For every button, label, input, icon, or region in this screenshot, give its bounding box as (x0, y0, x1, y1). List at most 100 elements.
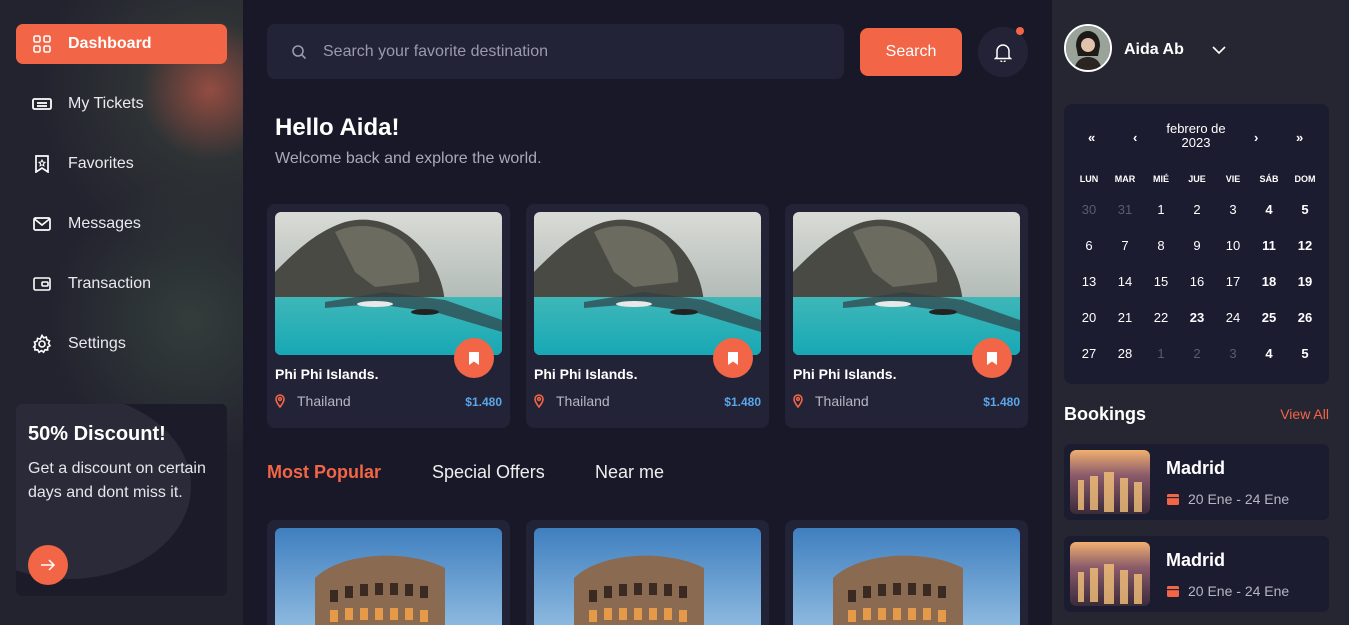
calendar-day[interactable]: 4 (1251, 202, 1287, 217)
calendar-day[interactable]: 11 (1251, 238, 1287, 253)
destination-name: Phi Phi Islands. (534, 366, 638, 382)
right-panel: Aida Ab « ‹ febrero de 2023 › » LUN MAR MI… (1052, 0, 1349, 625)
bookmark-button[interactable] (713, 338, 753, 378)
tab-special-offers[interactable]: Special Offers (432, 462, 545, 483)
calendar-weekday: MAR (1114, 174, 1136, 184)
sidebar-item-settings[interactable]: Settings (16, 324, 227, 364)
avatar[interactable] (1064, 24, 1112, 72)
calendar-prev-month-button[interactable]: ‹ (1133, 130, 1137, 145)
bookmark-button[interactable] (972, 338, 1012, 378)
calendar-day[interactable]: 20 (1071, 310, 1107, 325)
location-label: Thailand (556, 393, 610, 409)
calendar-day[interactable]: 3 (1215, 346, 1251, 361)
calendar-day[interactable]: 19 (1287, 274, 1323, 289)
calendar-day[interactable]: 5 (1287, 346, 1323, 361)
destination-image (534, 212, 761, 355)
bookmark-icon (468, 351, 480, 366)
destination-card[interactable]: Phi Phi Islands. Thailand $1.480 (785, 204, 1028, 428)
calendar-next-year-button[interactable]: » (1296, 130, 1303, 145)
destination-location: Thailand (275, 393, 351, 409)
calendar: « ‹ febrero de 2023 › » LUN MAR MIÉ JUE VIE S… (1064, 104, 1329, 384)
calendar-day[interactable]: 25 (1251, 310, 1287, 325)
calendar-day[interactable]: 30 (1071, 202, 1107, 217)
calendar-day[interactable]: 7 (1107, 238, 1143, 253)
sidebar-item-label: Settings (68, 335, 126, 352)
sidebar-item-label: Messages (68, 215, 141, 232)
calendar-day[interactable]: 8 (1143, 238, 1179, 253)
location-label: Thailand (815, 393, 869, 409)
calendar-day[interactable]: 14 (1107, 274, 1143, 289)
booking-item[interactable]: Madrid 20 Ene - 24 Ene (1064, 536, 1329, 612)
booking-city: Madrid (1166, 550, 1226, 570)
notifications-button[interactable] (978, 27, 1028, 77)
calendar-day[interactable]: 10 (1215, 238, 1251, 253)
calendar-day[interactable]: 6 (1071, 238, 1107, 253)
sidebar-item-my-tickets[interactable]: My Tickets (16, 84, 227, 124)
calendar-prev-year-button[interactable]: « (1088, 130, 1095, 145)
search-input[interactable] (323, 42, 823, 61)
bookmark-icon (986, 351, 998, 366)
calendar-day[interactable]: 17 (1215, 274, 1251, 289)
calendar-weekday: LUN (1079, 174, 1099, 184)
calendar-day[interactable]: 13 (1071, 274, 1107, 289)
calendar-day[interactable]: 24 (1215, 310, 1251, 325)
sidebar-item-transaction[interactable]: Transaction (16, 264, 227, 304)
sidebar-item-messages[interactable]: Messages (16, 204, 227, 244)
calendar-day[interactable]: 12 (1287, 238, 1323, 253)
calendar-day[interactable]: 2 (1179, 346, 1215, 361)
sidebar-item-dashboard[interactable]: Dashboard (16, 24, 227, 64)
calendar-day[interactable]: 26 (1287, 310, 1323, 325)
calendar-day[interactable]: 1 (1143, 202, 1179, 217)
calendar-day[interactable]: 28 (1107, 346, 1143, 361)
calendar-day[interactable]: 16 (1179, 274, 1215, 289)
calendar-day[interactable]: 5 (1287, 202, 1323, 217)
calendar-year: 2023 (1181, 135, 1211, 150)
calendar-day[interactable]: 27 (1071, 346, 1107, 361)
notification-dot (1016, 27, 1024, 35)
chevron-down-icon[interactable] (1212, 42, 1226, 60)
tab-most-popular[interactable]: Most Popular (267, 462, 381, 483)
calendar-day[interactable]: 21 (1107, 310, 1143, 325)
calendar-icon (1166, 584, 1180, 598)
bookmark-button[interactable] (454, 338, 494, 378)
calendar-day[interactable]: 31 (1107, 202, 1143, 217)
destination-price: $1.480 (465, 395, 502, 409)
sidebar-item-label: Favorites (68, 155, 134, 172)
destination-location: Thailand (534, 393, 610, 409)
calendar-month: febrero de (1166, 121, 1226, 136)
destination-card[interactable]: Phi Phi Islands. Thailand $1.480 (526, 204, 769, 428)
calendar-day[interactable]: 9 (1179, 238, 1215, 253)
calendar-day[interactable]: 1 (1143, 346, 1179, 361)
calendar-weekday: VIE (1225, 174, 1241, 184)
location-pin-icon (275, 394, 285, 408)
calendar-day[interactable]: 4 (1251, 346, 1287, 361)
booking-dates-label: 20 Ene - 24 Ene (1188, 491, 1290, 507)
envelope-icon (32, 214, 52, 234)
calendar-day[interactable]: 15 (1143, 274, 1179, 289)
booking-dates: 20 Ene - 24 Ene (1166, 491, 1289, 507)
location-pin-icon (534, 394, 544, 408)
page-title: Hello Aida! (275, 114, 400, 141)
sidebar-item-favorites[interactable]: Favorites (16, 144, 227, 184)
page-subtitle: Welcome back and explore the world. (275, 150, 542, 167)
tab-near-me[interactable]: Near me (595, 462, 664, 483)
booking-item[interactable]: Madrid 20 Ene - 24 Ene (1064, 444, 1329, 520)
location-pin-icon (793, 394, 803, 408)
popular-card[interactable] (785, 520, 1028, 625)
calendar-day[interactable]: 18 (1251, 274, 1287, 289)
destination-card[interactable]: Phi Phi Islands. Thailand $1.480 (267, 204, 510, 428)
calendar-next-month-button[interactable]: › (1254, 130, 1258, 145)
calendar-day[interactable]: 3 (1215, 202, 1251, 217)
promo-arrow-button[interactable] (28, 545, 68, 585)
promo-title: 50% Discount! (28, 423, 166, 445)
calendar-header: « ‹ febrero de 2023 › » (1064, 120, 1329, 156)
search-button[interactable]: Search (860, 28, 962, 76)
calendar-day[interactable]: 2 (1179, 202, 1215, 217)
calendar-day[interactable]: 22 (1143, 310, 1179, 325)
popular-image (534, 528, 761, 625)
popular-card[interactable] (526, 520, 769, 625)
popular-card[interactable] (267, 520, 510, 625)
destination-image (793, 212, 1020, 355)
calendar-day[interactable]: 23 (1179, 310, 1215, 325)
view-all-link[interactable]: View All (1280, 406, 1329, 422)
